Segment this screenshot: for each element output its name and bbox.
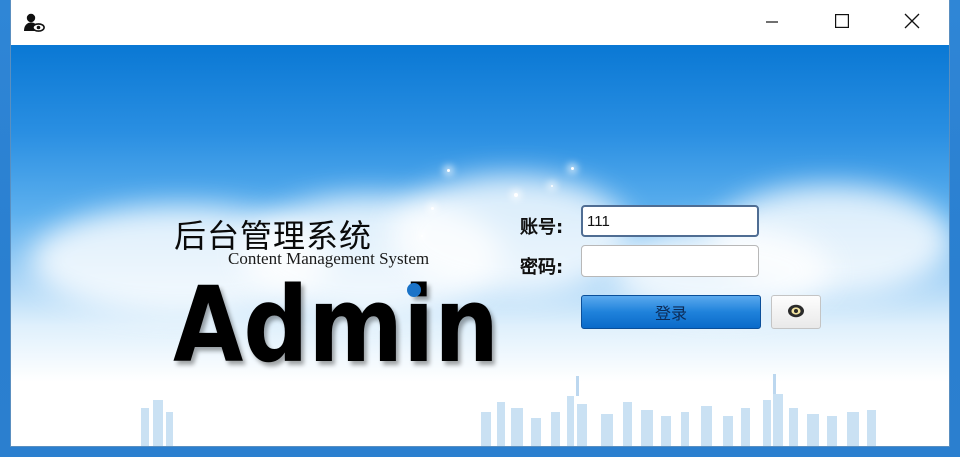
sparkle <box>431 207 434 210</box>
password-input[interactable] <box>581 245 759 277</box>
login-window: 后台管理系统 Content Management System Admin 账… <box>11 0 949 446</box>
user-eye-icon <box>23 12 45 34</box>
eye-icon <box>787 303 805 322</box>
account-input[interactable] <box>581 205 759 237</box>
logo-dot <box>407 283 421 297</box>
title-bar <box>11 0 949 45</box>
sparkle <box>421 235 423 237</box>
maximize-icon <box>835 13 850 32</box>
sparkle <box>571 167 574 170</box>
login-banner: 后台管理系统 Content Management System Admin 账… <box>11 45 949 446</box>
close-button[interactable] <box>889 0 935 45</box>
close-icon <box>904 13 920 33</box>
app-subtitle: Content Management System <box>228 249 430 268</box>
minimize-button[interactable] <box>749 0 795 45</box>
sparkle <box>447 169 450 172</box>
minimize-icon <box>766 13 778 32</box>
sparkle <box>551 185 553 187</box>
account-label: 账号: <box>520 217 564 238</box>
admin-logo: Admin <box>173 273 499 373</box>
show-password-button[interactable] <box>771 295 821 329</box>
login-button-label: 登录 <box>654 304 687 323</box>
logo-text: Admin <box>173 273 499 373</box>
sparkle <box>514 193 518 197</box>
login-button[interactable]: 登录 <box>581 295 761 329</box>
maximize-button[interactable] <box>819 0 865 45</box>
password-label: 密码: <box>520 257 564 278</box>
